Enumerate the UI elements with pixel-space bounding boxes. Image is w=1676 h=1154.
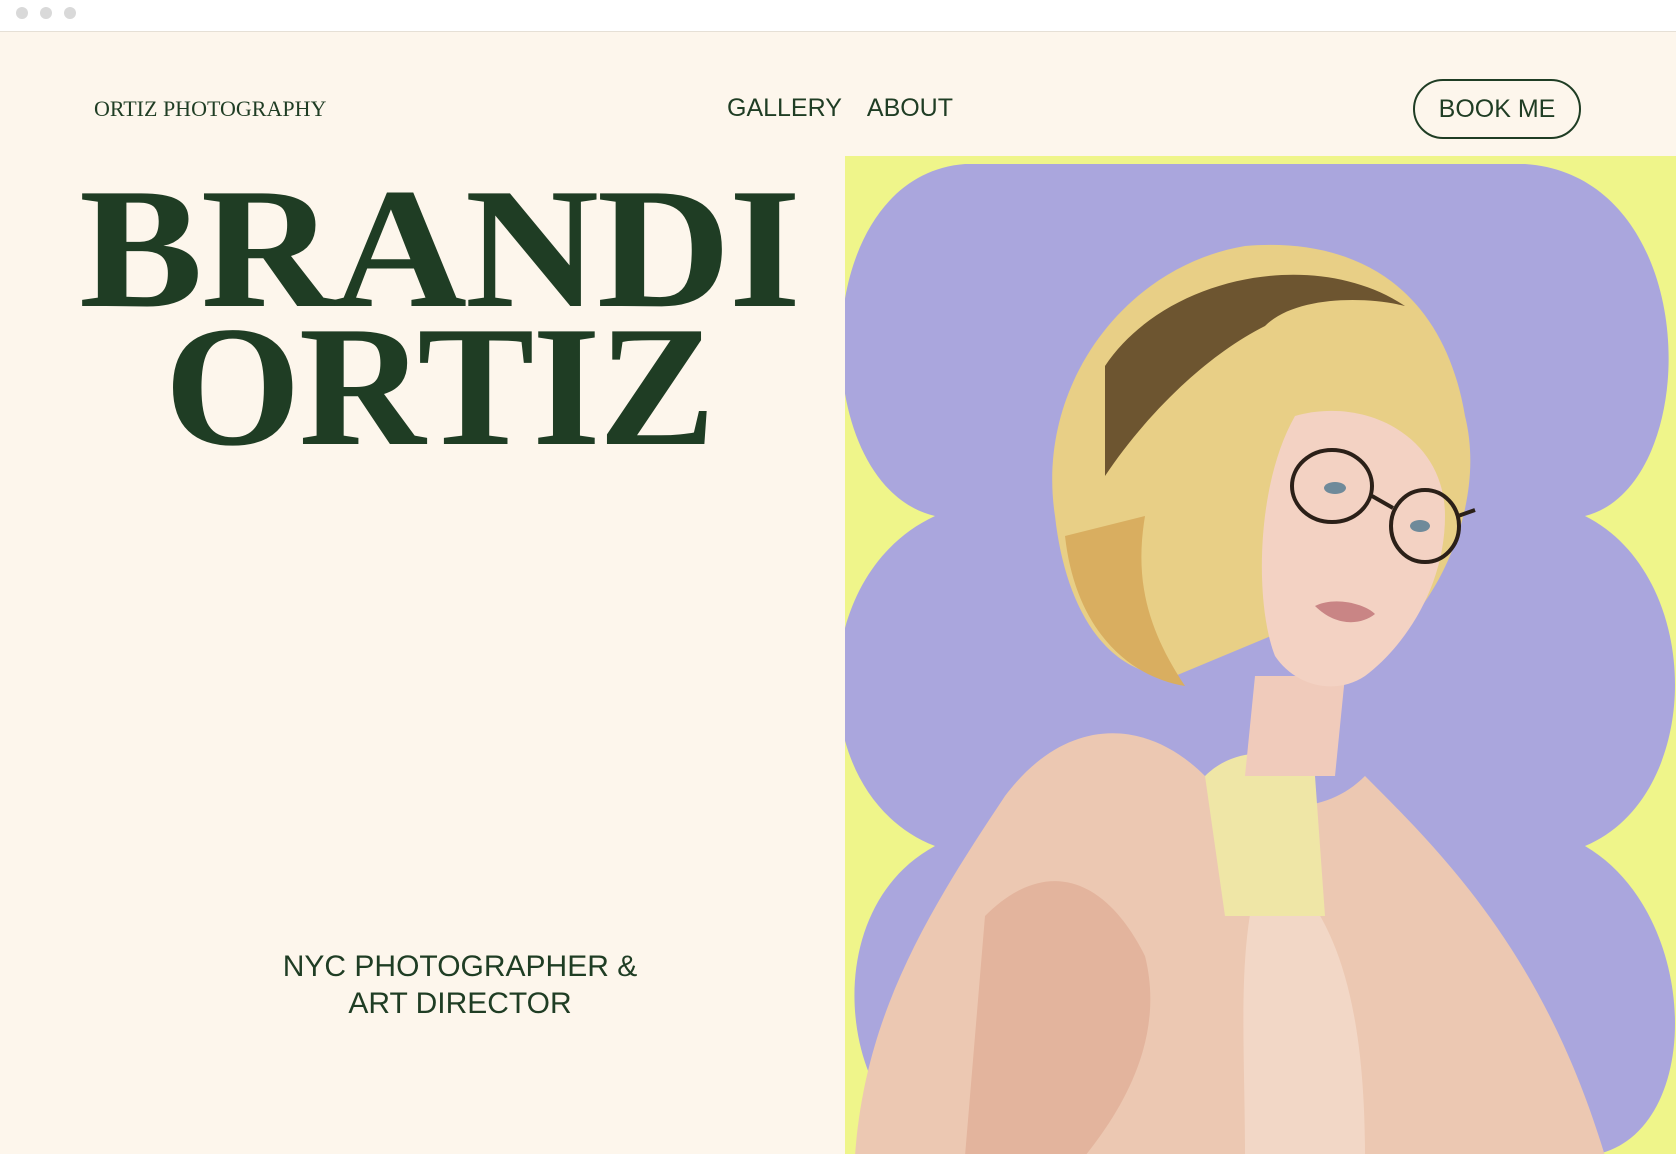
site-logo[interactable]: ORTIZ PHOTOGRAPHY [94,96,326,122]
maximize-dot[interactable] [64,7,76,19]
browser-chrome [0,0,1676,32]
hero-name: BRANDI ORTIZ [79,163,801,473]
tagline-line-2: ART DIRECTOR [348,987,572,1020]
tagline-line-1: NYC PHOTOGRAPHER & [282,950,638,983]
hero-photo-panel [845,156,1676,1154]
page: ORTIZ PHOTOGRAPHY GALLERY ABOUT BOOK ME … [0,32,1676,1154]
main-nav: GALLERY ABOUT [727,94,953,123]
hero-tagline: NYC PHOTOGRAPHER & ART DIRECTOR [250,948,670,1022]
minimize-dot[interactable] [40,7,52,19]
nav-about[interactable]: ABOUT [867,94,953,123]
nav-gallery[interactable]: GALLERY [727,94,842,123]
close-dot[interactable] [16,7,28,19]
portrait-image [845,164,1675,1154]
hero-name-last: ORTIZ [164,292,715,482]
book-me-button[interactable]: BOOK ME [1413,79,1581,139]
